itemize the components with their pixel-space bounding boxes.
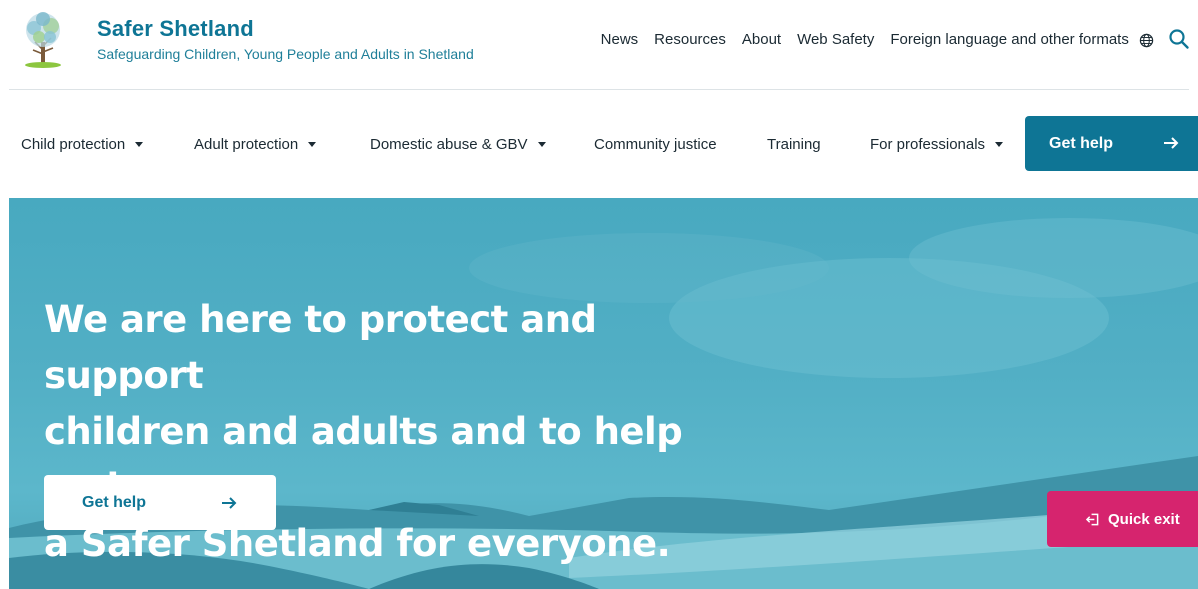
tree-logo-icon [25, 12, 61, 68]
utility-link-news[interactable]: News [601, 31, 639, 48]
hero-banner: We are here to protect and support child… [9, 198, 1198, 589]
search-icon[interactable] [1168, 28, 1190, 50]
nav-item-domestic-abuse[interactable]: Domestic abuse & GBV [370, 116, 546, 172]
nav-item-for-professionals[interactable]: For professionals [870, 116, 1004, 172]
get-help-nav-label: Get help [1049, 134, 1114, 152]
site-name[interactable]: Safer Shetland [97, 16, 254, 42]
exit-icon [1086, 513, 1099, 525]
caret-down-icon [995, 141, 1004, 147]
utility-link-web-safety[interactable]: Web Safety [797, 31, 874, 48]
arrow-right-icon [222, 497, 237, 509]
header-divider [9, 89, 1189, 90]
nav-item-training[interactable]: Training [767, 116, 821, 172]
utility-nav: News Resources About Web Safety Foreign … [585, 31, 1154, 48]
caret-down-icon [135, 141, 144, 147]
utility-link-about[interactable]: About [742, 31, 781, 48]
hero-title-line-1: We are here to protect and support [44, 298, 597, 397]
get-help-nav-button[interactable]: Get help [1025, 116, 1198, 171]
caret-down-icon [308, 141, 317, 147]
nav-item-label: For professionals [870, 135, 986, 153]
nav-item-label: Adult protection [194, 135, 299, 153]
quick-exit-button[interactable]: Quick exit [1047, 491, 1198, 547]
nav-item-label: Training [767, 135, 821, 153]
nav-item-child-protection[interactable]: Child protection [21, 116, 144, 172]
utility-link-foreign-language[interactable]: Foreign language and other formats [890, 31, 1154, 48]
caret-down-icon [537, 141, 546, 147]
nav-item-adult-protection[interactable]: Adult protection [194, 116, 317, 172]
get-help-hero-label: Get help [82, 493, 147, 511]
nav-item-label: Community justice [594, 135, 717, 153]
get-help-hero-button[interactable]: Get help [44, 475, 276, 530]
site-header: Safer Shetland Safeguarding Children, Yo… [0, 0, 1198, 90]
globe-icon [1139, 33, 1154, 47]
nav-item-community-justice[interactable]: Community justice [594, 116, 717, 172]
arrow-right-icon [1164, 137, 1179, 149]
utility-link-resources[interactable]: Resources [654, 31, 726, 48]
nav-item-label: Domestic abuse & GBV [370, 135, 528, 153]
main-nav: Child protection Adult protection Domest… [0, 116, 1198, 172]
quick-exit-label: Quick exit [1108, 510, 1180, 528]
utility-link-foreign-language-label: Foreign language and other formats [890, 31, 1129, 48]
nav-item-label: Child protection [21, 135, 126, 153]
site-tagline: Safeguarding Children, Young People and … [97, 46, 474, 62]
hero-title: We are here to protect and support child… [44, 292, 764, 572]
